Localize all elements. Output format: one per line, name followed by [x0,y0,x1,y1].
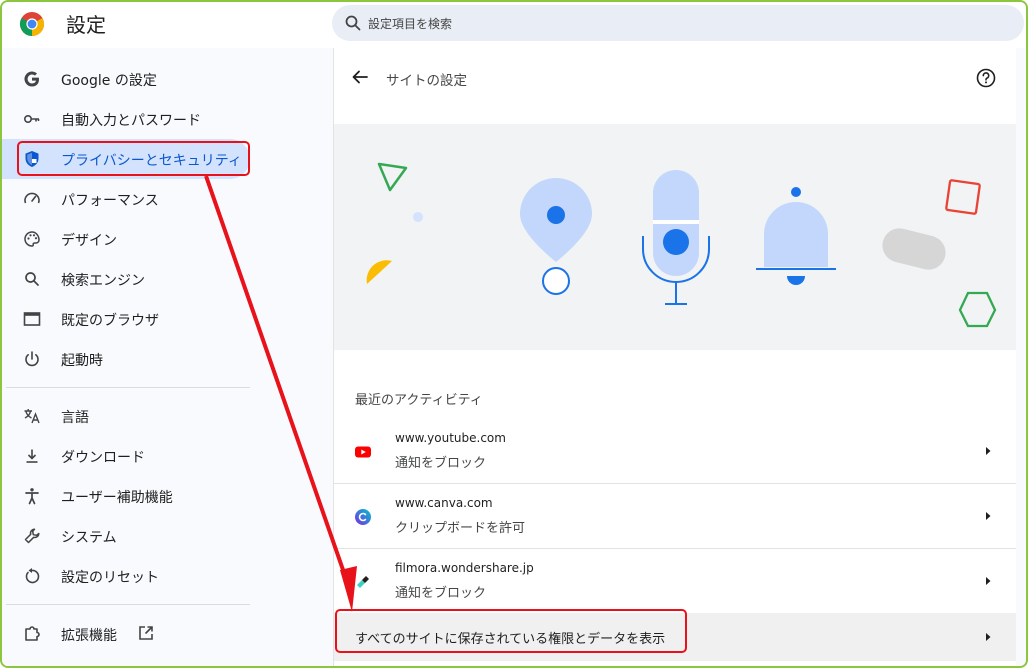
site-name: www.youtube.com [395,431,506,445]
back-arrow-icon[interactable] [348,65,372,89]
chevron-right-icon [986,633,991,641]
site-name: www.canva.com [395,496,493,510]
search-input[interactable] [366,5,1010,43]
sidebar-item-label: システム [61,530,117,546]
chevron-right-icon [986,447,991,455]
google-g-icon [24,71,39,87]
site-settings-illustration [334,124,1016,350]
sidebar-divider [6,387,250,388]
all-sites-label: すべてのサイトに保存されている権限とデータを表示 [355,632,666,647]
sidebar-item-label: 起動時 [61,353,103,369]
search-bar[interactable] [332,5,1024,43]
sidebar-item-accessibility[interactable]: ユーザー補助機能 [2,476,250,516]
site-permission: 通知をブロック [395,586,487,601]
pill-shape [882,228,946,270]
filmora-icon [357,576,369,588]
sidebar-item-downloads[interactable]: ダウンロード [2,436,250,476]
chevron-right-icon [986,512,991,520]
square-shape [945,179,981,215]
recent-activity-label: 最近のアクティビティ [355,393,483,408]
app-title: 設定 [66,13,106,37]
sidebar-item-label: ユーザー補助機能 [61,490,173,506]
triangle-shape [377,162,408,192]
key-icon [23,115,40,124]
dot-shape [413,212,423,222]
site-permission: 通知をブロック [395,456,487,471]
sidebar-item-label: Google の設定 [61,73,157,89]
sidebar-item-label: 設定のリセット [61,570,159,586]
recent-site-row[interactable]: filmora.wondershare.jp 通知をブロック [334,549,1016,614]
header: 設定 [2,2,1026,48]
chevron-right-icon [986,577,991,585]
settings-window: 設定 Google の設定 自動入力とパスワード [0,0,1028,668]
wrench-icon [24,528,40,544]
download-icon [26,449,38,463]
sidebar-item-label: 検索エンジン [61,273,145,289]
sidebar-item-reset[interactable]: 設定のリセット [2,556,250,596]
sidebar-item-label: 拡張機能 [61,628,117,644]
sidebar-item-label: デザイン [61,233,117,249]
sidebar-item-on-startup[interactable]: 起動時 [2,339,250,379]
recent-site-row[interactable]: www.youtube.com 通知をブロック [334,419,1016,484]
half-circle-shape [366,260,392,284]
open-in-new-icon [139,626,153,640]
sidebar-item-google[interactable]: Google の設定 [2,59,250,99]
sidebar-item-performance[interactable]: パフォーマンス [2,179,250,219]
sidebar-item-extensions[interactable]: 拡張機能 [2,614,250,654]
sidebar-item-label: 自動入力とパスワード [61,113,201,129]
sidebar-item-system[interactable]: システム [2,516,250,556]
sidebar-item-label: 既定のブラウザ [61,313,159,329]
help-icon[interactable] [975,67,997,89]
sidebar-item-label: プライバシーとセキュリティ [61,153,242,169]
speedometer-icon [24,192,40,204]
page-title: サイトの設定 [386,73,467,89]
sidebar: Google の設定 自動入力とパスワード プライバシーとセキュリティ パフォー… [2,48,333,666]
reset-icon [25,568,40,584]
sidebar-item-label: 言語 [61,410,89,426]
sidebar-item-languages[interactable]: 言語 [2,396,250,436]
translate-icon [24,409,40,424]
power-icon [25,351,39,367]
sidebar-item-search-engine[interactable]: 検索エンジン [2,259,250,299]
sidebar-item-default-browser[interactable]: 既定のブラウザ [2,299,250,339]
puzzle-icon [25,626,40,641]
site-name: filmora.wondershare.jp [395,561,534,575]
sidebar-item-autofill[interactable]: 自動入力とパスワード [2,99,250,139]
palette-icon [24,231,40,247]
bell-icon [791,187,801,197]
canva-icon [355,509,371,525]
sidebar-item-privacy[interactable]: プライバシーとセキュリティ [2,139,250,179]
sidebar-divider [6,604,250,605]
view-all-sites-data-link[interactable]: すべてのサイトに保存されている権限とデータを表示 [334,613,1016,661]
accessibility-icon [25,488,39,505]
sidebar-item-design[interactable]: デザイン [2,219,250,259]
shield-icon [25,151,39,167]
site-permission: クリップボードを許可 [395,521,526,536]
youtube-icon [355,446,371,458]
recent-site-row[interactable]: www.canva.com クリップボードを許可 [334,484,1016,549]
browser-window-icon [23,312,41,326]
sidebar-item-label: ダウンロード [61,450,145,466]
main-panel: サイトの設定 最近のアクティビティ www.youtube.com 通知をブロッ… [333,48,1016,666]
hexagon-shape [958,291,997,328]
sidebar-item-label: パフォーマンス [61,193,159,209]
chrome-logo-icon [19,12,45,36]
search-icon [345,15,361,31]
search-icon [25,272,39,286]
